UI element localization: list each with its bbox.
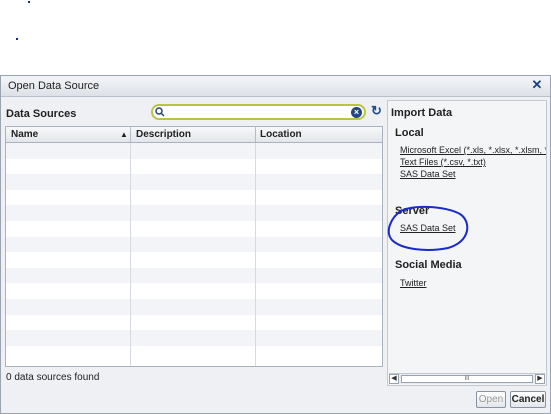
- table-row: [6, 252, 382, 268]
- dialog-title: Open Data Source: [8, 80, 100, 92]
- column-divider: [255, 143, 256, 366]
- horizontal-scrollbar[interactable]: ◀ III ▶: [389, 373, 545, 384]
- link-local-sas-data-set[interactable]: SAS Data Set: [400, 169, 456, 179]
- link-server-sas-data-set[interactable]: SAS Data Set: [400, 223, 456, 233]
- server-section-label: Server: [395, 205, 430, 217]
- table-row: [6, 159, 382, 175]
- stray-dot: [16, 38, 18, 40]
- table-row: [6, 221, 382, 237]
- local-section-label: Local: [395, 127, 424, 139]
- table-row: [6, 205, 382, 221]
- table-row: [6, 346, 382, 362]
- table-row: [6, 315, 382, 331]
- table-header: Name ▲ Description Location: [6, 127, 382, 143]
- link-microsoft-excel[interactable]: Microsoft Excel (*.xls, *.xlsx, *.xlsm, …: [400, 145, 546, 155]
- import-data-panel: Import Data Local Microsoft Excel (*.xls…: [387, 100, 547, 386]
- search-field[interactable]: ×: [151, 104, 366, 120]
- scrollbar-thumb[interactable]: III: [401, 375, 533, 383]
- table-row: [6, 236, 382, 253]
- table-row: [6, 283, 382, 299]
- dialog-titlebar: Open Data Source ✕: [1, 76, 550, 97]
- stray-dot: [28, 1, 30, 3]
- column-header-description[interactable]: Description: [136, 129, 191, 140]
- table-body: [6, 143, 382, 361]
- link-twitter[interactable]: Twitter: [400, 278, 427, 288]
- table-row: [6, 174, 382, 190]
- data-sources-table: Name ▲ Description Location: [5, 126, 383, 367]
- refresh-icon[interactable]: ↻: [371, 104, 383, 117]
- table-row: [6, 143, 382, 159]
- column-header-location[interactable]: Location: [260, 129, 302, 140]
- data-sources-heading: Data Sources: [6, 108, 77, 120]
- import-data-heading: Import Data: [391, 107, 453, 119]
- column-divider: [130, 143, 131, 366]
- cancel-button[interactable]: Cancel: [510, 391, 546, 408]
- status-text: 0 data sources found: [6, 372, 100, 383]
- scroll-left-arrow-icon[interactable]: ◀: [389, 374, 399, 384]
- table-row: [6, 267, 382, 284]
- table-row: [6, 298, 382, 315]
- close-icon[interactable]: ✕: [530, 78, 544, 92]
- sort-ascending-icon[interactable]: ▲: [120, 130, 128, 139]
- link-text-files[interactable]: Text Files (*.csv, *.txt): [400, 157, 486, 167]
- social-media-section-label: Social Media: [395, 259, 462, 271]
- table-row: [6, 190, 382, 206]
- table-row: [6, 330, 382, 346]
- scroll-right-arrow-icon[interactable]: ▶: [535, 374, 545, 384]
- clear-search-icon[interactable]: ×: [351, 107, 362, 118]
- open-button[interactable]: Open: [476, 391, 506, 408]
- column-header-name[interactable]: Name: [11, 129, 38, 140]
- open-data-source-dialog: Open Data Source ✕ Data Sources × ↻ Name…: [0, 75, 551, 414]
- data-sources-panel: Data Sources × ↻ Name ▲ Description Loca…: [5, 100, 383, 386]
- search-icon: [155, 107, 165, 117]
